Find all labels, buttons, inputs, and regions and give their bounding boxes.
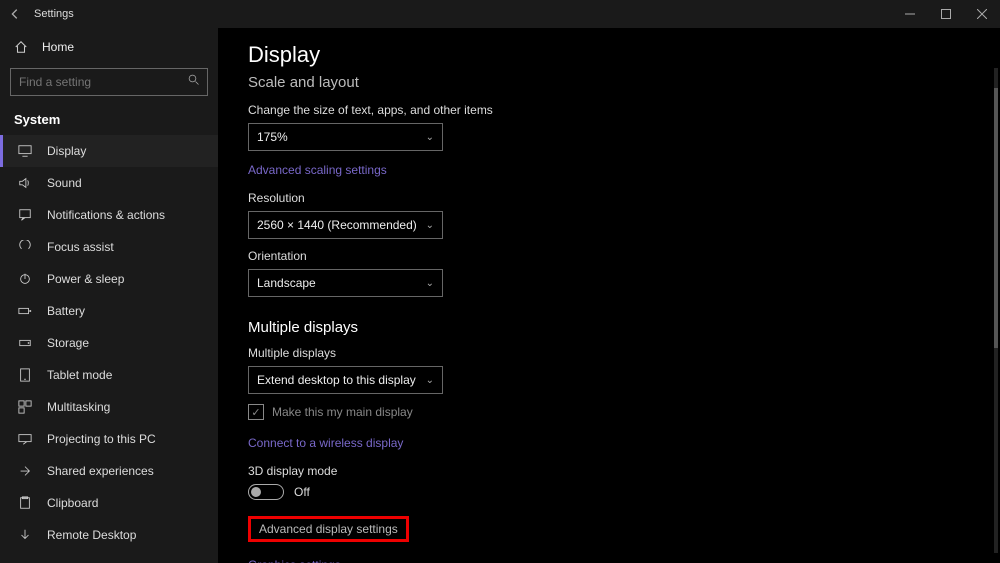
- tablet-icon: [17, 368, 33, 382]
- back-button[interactable]: [8, 7, 22, 21]
- sidebar-item-storage[interactable]: Storage: [0, 327, 218, 359]
- orientation-label: Orientation: [248, 249, 970, 263]
- sidebar-item-power[interactable]: Power & sleep: [0, 263, 218, 295]
- multitasking-icon: [17, 400, 33, 414]
- orientation-dropdown[interactable]: Landscape ⌄: [248, 269, 443, 297]
- chevron-down-icon: ⌄: [426, 220, 434, 231]
- sidebar-item-clipboard[interactable]: Clipboard: [0, 487, 218, 519]
- scale-dropdown[interactable]: 175% ⌄: [248, 123, 443, 151]
- threeD-toggle[interactable]: [248, 484, 284, 500]
- sound-icon: [17, 176, 33, 190]
- sidebar-heading: System: [0, 106, 218, 135]
- home-icon: [14, 40, 28, 54]
- notifications-icon: [17, 208, 33, 222]
- sidebar-item-projecting[interactable]: Projecting to this PC: [0, 423, 218, 455]
- resolution-dropdown[interactable]: 2560 × 1440 (Recommended) ⌄: [248, 211, 443, 239]
- sidebar-item-display[interactable]: Display: [0, 135, 218, 167]
- shared-icon: [17, 464, 33, 478]
- remote-icon: [17, 528, 33, 542]
- resolution-label: Resolution: [248, 191, 970, 205]
- sidebar-item-remote[interactable]: Remote Desktop: [0, 519, 218, 551]
- sidebar-item-tablet[interactable]: Tablet mode: [0, 359, 218, 391]
- checkbox-icon: ✓: [248, 404, 264, 420]
- titlebar: Settings: [0, 0, 1000, 28]
- chevron-down-icon: ⌄: [426, 278, 434, 289]
- battery-icon: [17, 304, 33, 318]
- scale-layout-heading: Scale and layout: [248, 74, 970, 91]
- minimize-button[interactable]: [892, 0, 928, 28]
- storage-icon: [17, 336, 33, 350]
- advanced-display-settings-link[interactable]: Advanced display settings: [248, 516, 409, 542]
- sidebar: Home System Display Sound Notifications …: [0, 28, 218, 563]
- main-display-checkbox[interactable]: ✓ Make this my main display: [248, 404, 970, 420]
- clipboard-icon: [17, 496, 33, 510]
- multiple-displays-dropdown[interactable]: Extend desktop to this display ⌄: [248, 366, 443, 394]
- page-title: Display: [248, 42, 970, 68]
- threeD-label: 3D display mode: [248, 464, 970, 478]
- focus-assist-icon: [17, 240, 33, 254]
- chevron-down-icon: ⌄: [426, 375, 434, 386]
- sidebar-item-sound[interactable]: Sound: [0, 167, 218, 199]
- window-controls: [892, 0, 1000, 28]
- window-title: Settings: [34, 8, 74, 20]
- projecting-icon: [17, 432, 33, 446]
- home-button[interactable]: Home: [0, 32, 218, 62]
- main-panel: Display Scale and layout Change the size…: [218, 28, 1000, 563]
- maximize-button[interactable]: [928, 0, 964, 28]
- home-label: Home: [42, 40, 74, 54]
- scrollbar-thumb[interactable]: [994, 88, 998, 348]
- multiple-displays-label: Multiple displays: [248, 346, 970, 360]
- chevron-down-icon: ⌄: [426, 132, 434, 143]
- display-icon: [17, 144, 33, 158]
- search-icon: [188, 74, 200, 86]
- search-input[interactable]: [10, 68, 208, 96]
- sidebar-item-shared[interactable]: Shared experiences: [0, 455, 218, 487]
- change-size-label: Change the size of text, apps, and other…: [248, 103, 970, 117]
- connect-wireless-link[interactable]: Connect to a wireless display: [248, 436, 403, 450]
- sidebar-item-focus-assist[interactable]: Focus assist: [0, 231, 218, 263]
- graphics-settings-link[interactable]: Graphics settings: [248, 558, 341, 563]
- advanced-scaling-link[interactable]: Advanced scaling settings: [248, 163, 387, 177]
- power-icon: [17, 272, 33, 286]
- threeD-state: Off: [294, 485, 310, 499]
- sidebar-item-multitasking[interactable]: Multitasking: [0, 391, 218, 423]
- close-button[interactable]: [964, 0, 1000, 28]
- sidebar-item-notifications[interactable]: Notifications & actions: [0, 199, 218, 231]
- sidebar-item-battery[interactable]: Battery: [0, 295, 218, 327]
- multiple-displays-heading: Multiple displays: [248, 319, 970, 336]
